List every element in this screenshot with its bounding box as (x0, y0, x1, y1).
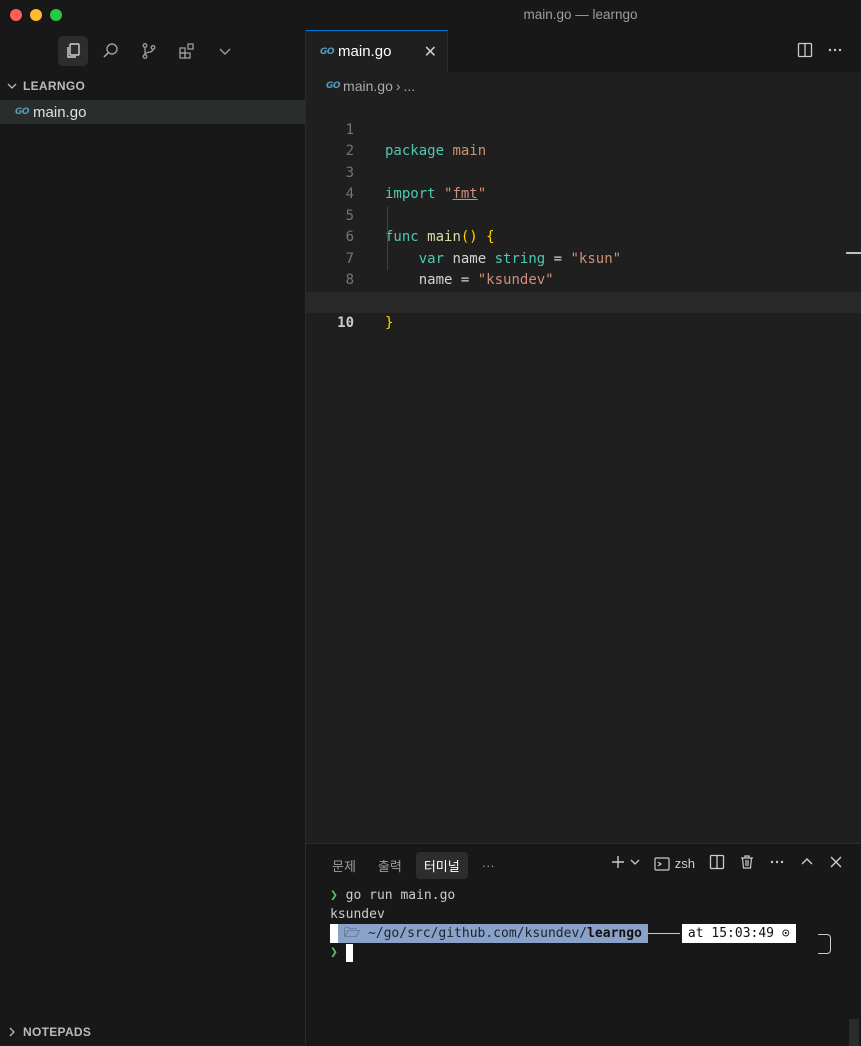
chevron-right-icon (9, 1027, 15, 1037)
chevron-right-icon: › (395, 78, 401, 94)
code-text: } (385, 315, 394, 331)
panel-more-button[interactable]: ··· (474, 854, 503, 877)
close-icon[interactable]: ✕ (424, 42, 437, 62)
time-text: at 15:03:49 (687, 926, 774, 941)
code-line: 9 } (306, 270, 861, 332)
more-actions-button[interactable] (827, 42, 843, 61)
panel-tabs: 문제 출력 터미널 ··· (324, 852, 503, 879)
chevron-down-icon (7, 83, 17, 89)
file-label: main.go (33, 103, 87, 121)
path-current-dir: learngo (587, 926, 642, 941)
search-icon (103, 43, 118, 58)
window-title: main.go — learngo (523, 7, 638, 22)
prompt-end-bracket (818, 934, 831, 954)
code-line: 8 fmt.Println(name) (306, 249, 861, 310)
prompt-path: 🗁 ~/go/src/github.com/ksundev/learngo (338, 924, 648, 943)
close-panel-button[interactable] (829, 855, 843, 872)
extensions-icon (179, 43, 194, 59)
sidebar: LEARNGO GO main.go NOTEPADS (0, 30, 306, 1045)
prompt-bar: 🗁 ~/go/src/github.com/ksundev/learngo at… (330, 924, 796, 943)
explorer-button[interactable] (58, 36, 88, 66)
more-views-button[interactable] (210, 36, 240, 66)
editor-actions (797, 42, 843, 61)
activity-bar (58, 36, 240, 66)
clock-icon: ⊙ (781, 926, 790, 941)
plus-icon (612, 856, 625, 868)
code-editor[interactable]: 1 package main 2 3 import "fmt" 4 5 func… (306, 98, 861, 838)
file-item-main-go[interactable]: GO main.go (0, 100, 305, 124)
split-icon (709, 854, 725, 870)
go-file-icon: GO (326, 81, 341, 91)
code-line: 7 name = "ksundev" (306, 227, 861, 289)
explorer-section-header[interactable]: LEARNGO (6, 76, 85, 96)
tab-problems[interactable]: 문제 (324, 852, 364, 879)
panel-more-actions-button[interactable] (769, 854, 785, 873)
section-title: LEARNGO (23, 79, 86, 93)
shell-label: zsh (674, 856, 695, 871)
terminal-command: go run main.go (345, 888, 456, 903)
chevron-down-icon (219, 48, 231, 55)
source-control-button[interactable] (134, 36, 164, 66)
prompt-symbol: ❯ (330, 945, 338, 960)
breadcrumb-file[interactable]: main.go (343, 78, 393, 94)
close-icon (830, 856, 842, 868)
prompt-symbol: ❯ (330, 888, 338, 903)
title-bar: main.go — learngo (0, 0, 861, 30)
prompt-separator-line (647, 933, 680, 934)
terminal-icon (654, 856, 670, 871)
ellipsis-icon (770, 860, 784, 864)
terminal-output[interactable]: ❯ go run main.go ksundev 🗁 ~/go/src/gith… (330, 886, 796, 962)
folder-icon: 🗁 (344, 926, 368, 941)
terminal-command-line: ❯ go run main.go (330, 886, 796, 905)
editor-tabs: GO main.go ✕ (306, 30, 861, 72)
chevron-down-icon (630, 859, 640, 865)
current-code-line: 10 (306, 291, 861, 331)
terminal-cursor (345, 943, 353, 962)
tab-main-go[interactable]: GO main.go ✕ (306, 30, 448, 72)
maximize-panel-button[interactable] (799, 854, 815, 873)
source-control-icon (142, 43, 156, 59)
extensions-button[interactable] (172, 36, 202, 66)
bottom-panel: 문제 출력 터미널 ··· zsh ❯ go run main.go ksund… (306, 843, 861, 1046)
prompt-time: at 15:03:49 ⊙ (681, 924, 796, 943)
panel-actions: zsh (610, 854, 843, 873)
code-line: 4 (306, 163, 861, 202)
terminal-input-line: ❯ (330, 943, 796, 962)
chevron-up-icon (801, 858, 813, 865)
code-line: 5 func main() { (306, 184, 861, 246)
code-line: 6 var name string = "ksun" (306, 206, 861, 267)
terminal-output-line: ksundev (330, 907, 385, 922)
notepads-section-header[interactable]: NOTEPADS (6, 1022, 91, 1042)
line-number: 10 (337, 315, 354, 331)
apple-icon (330, 924, 338, 943)
go-file-icon: GO (320, 46, 335, 57)
trash-icon (741, 855, 753, 869)
code-line: 1 package main (306, 98, 861, 160)
split-terminal-button[interactable] (709, 854, 725, 873)
split-icon (797, 42, 813, 58)
notepads-title: NOTEPADS (23, 1025, 92, 1039)
breadcrumb-more[interactable]: ... (404, 78, 416, 94)
tab-label: main.go (338, 43, 392, 60)
indent-guide (387, 205, 388, 270)
overview-ruler-marker (846, 252, 861, 254)
files-icon (67, 43, 80, 58)
code-line: 3 import "fmt" (306, 141, 861, 203)
split-editor-button[interactable] (797, 42, 813, 61)
code-line: 2 (306, 120, 861, 159)
ellipsis-icon (828, 48, 842, 52)
terminal-selector[interactable]: zsh (654, 856, 695, 872)
path-prefix: ~/go/src/github.com/ksundev/ (367, 926, 588, 941)
go-file-icon: GO (15, 107, 30, 117)
terminal-scrollbar[interactable] (849, 1019, 859, 1046)
tab-terminal[interactable]: 터미널 (415, 852, 468, 879)
kill-terminal-button[interactable] (739, 854, 755, 873)
search-button[interactable] (96, 36, 126, 66)
tab-output[interactable]: 출력 (370, 852, 410, 879)
new-terminal-button[interactable] (610, 854, 640, 873)
breadcrumb: GO main.go › ... (326, 76, 415, 96)
